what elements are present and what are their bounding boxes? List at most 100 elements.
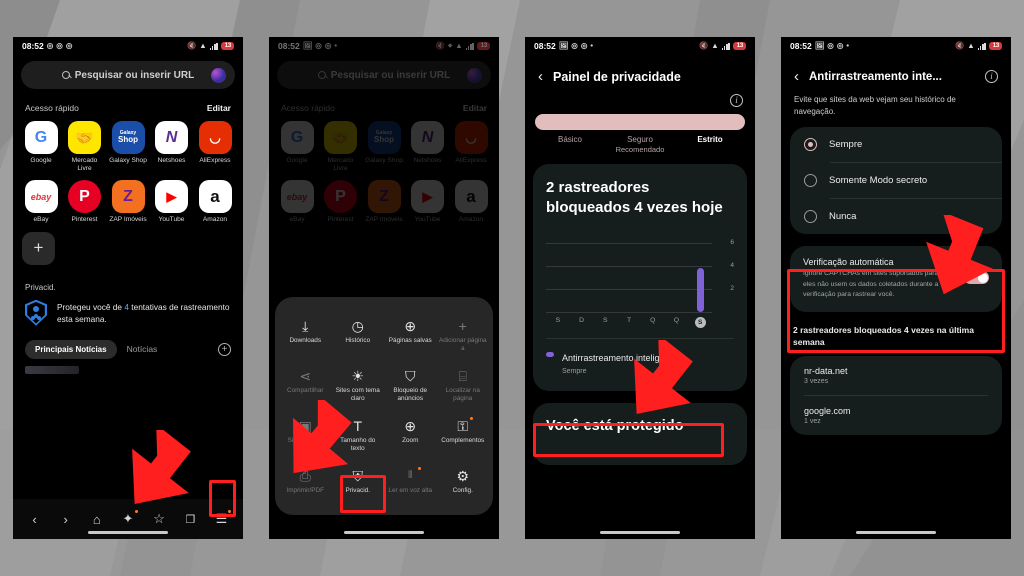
y-tick-2: 2 — [730, 285, 734, 292]
pinterest-icon: P — [68, 180, 101, 214]
app-label: AliExpress — [199, 157, 231, 164]
mute-icon: 🔇 — [954, 41, 965, 51]
option-somente-modo-secreto[interactable]: Somente Modo secreto — [790, 163, 1002, 198]
bar-col-q1 — [641, 234, 665, 312]
option-label: Sempre — [829, 139, 863, 150]
menu-item-downloads[interactable]: ⤓ Downloads — [279, 311, 332, 361]
quick-access-title: Acesso rápido — [25, 103, 79, 113]
app-tile-zap-imoveis[interactable]: Z ZAP Imóveis — [109, 180, 147, 224]
app-tile-pinterest[interactable]: P Pinterest — [66, 180, 104, 224]
level-seguro-sub: Recomendado — [615, 145, 665, 154]
tracker-row-2[interactable]: google.com 1 vez — [790, 396, 1002, 435]
menu-item-label: Bloqueio de anúncios — [393, 387, 428, 402]
slider-track[interactable] — [535, 114, 745, 130]
edit-button[interactable]: Editar — [207, 103, 231, 113]
app-tile-amazon[interactable]: a Amazon — [196, 180, 234, 224]
info-icon[interactable]: i — [730, 94, 743, 107]
status-time: 08:52 — [534, 41, 556, 51]
add-feed-button[interactable]: + — [218, 342, 231, 356]
aliexpress-icon: ◡ — [198, 121, 232, 154]
level-seguro[interactable]: Seguro Recomendado — [605, 135, 675, 154]
youtube-icon: ▶ — [155, 180, 188, 214]
privacy-dashboard-header: ‹ Painel de privacidade — [525, 55, 755, 94]
tracker-row-1[interactable]: nr-data.net 3 vezes — [790, 356, 1002, 395]
menu-item-localizar-pagina[interactable]: ⌸ Localizar na página — [437, 361, 490, 411]
status-time: 08:52 — [790, 41, 812, 51]
search-icon — [61, 70, 70, 79]
tracker-domain: google.com — [804, 406, 851, 417]
app-tile-galaxy-shop[interactable]: GalaxyShop Galaxy Shop — [109, 121, 147, 173]
ebay-icon: ebay — [24, 180, 58, 214]
menu-item-ler-em-voz-alta[interactable]: ⦀ Ler em voz alta — [384, 461, 437, 503]
x-tick-1: D — [579, 317, 585, 324]
legend-swatch-icon — [546, 352, 554, 357]
app-row-2: ebay eBay P Pinterest Z ZAP Imóveis ▶ YouTub… — [22, 180, 234, 224]
privacy-summary-card[interactable]: Protegeu você de 4 tentativas de rastrea… — [13, 298, 243, 326]
home-icon[interactable]: ⌂ — [86, 509, 108, 529]
bar-col-t — [617, 234, 641, 312]
tab-noticias[interactable]: Notícias — [127, 344, 158, 354]
menu-item-bloqueio-anuncios[interactable]: ⛉ Bloqueio de anúncios — [384, 361, 437, 411]
tab-principais-noticias[interactable]: Principais Notícias — [25, 339, 117, 359]
clock-icon: ◷ — [351, 318, 364, 334]
search-placeholder: Pesquisar ou inserir URL — [74, 69, 195, 81]
trackers-heading: 2 rastreadores bloqueados 4 vezes hoje — [546, 179, 723, 216]
radio-icon[interactable] — [804, 174, 817, 187]
menu-row-1: ⤓ Downloads ◷ Histórico ⊕ Páginas salvas + A… — [279, 311, 489, 361]
app-icon-3: ◎ — [580, 41, 588, 51]
tracker-count: 3 vezes — [804, 378, 829, 386]
menu-item-config[interactable]: ⚙ Config. — [437, 461, 490, 503]
image-icon: 🖼 — [814, 41, 825, 51]
wifi-icon: ▲ — [711, 41, 719, 51]
app-tile-mercado-livre[interactable]: 🤝 Mercado Livre — [66, 121, 104, 173]
gesture-bar — [344, 531, 424, 534]
radio-icon[interactable] — [804, 210, 817, 223]
gesture-bar — [88, 531, 168, 534]
avatar[interactable] — [211, 67, 226, 83]
app-tile-netshoes[interactable]: N Netshoes — [153, 121, 191, 173]
add-shortcut-button[interactable]: + — [22, 231, 55, 265]
download-icon: ⤓ — [302, 318, 309, 334]
x-tick-3: T — [626, 317, 632, 324]
back-button[interactable]: ‹ — [24, 509, 46, 529]
back-icon[interactable]: ‹ — [538, 69, 543, 84]
mute-icon: 🔇 — [186, 41, 197, 51]
option-sempre[interactable]: Sempre — [790, 127, 1002, 162]
app-tile-aliexpress[interactable]: ◡ AliExpress — [196, 121, 234, 173]
chart-bars — [546, 234, 712, 312]
status-bar-1: 08:52 ◎ ◎ ◎ 🔇 ▲ 13 — [13, 37, 243, 55]
menu-item-label: Adicionar página a — [438, 337, 487, 352]
app-row-1: G Google 🤝 Mercado Livre GalaxyShop Galaxy … — [22, 121, 234, 173]
tracker-domain: nr-data.net — [804, 366, 848, 377]
menu-item-label: Histórico — [345, 337, 371, 344]
privacy-summary-text: Protegeu você de 4 tentativas de rastrea… — [57, 301, 231, 325]
menu-item-adicionar-pagina[interactable]: + Adicionar página a — [437, 311, 490, 361]
menu-item-complementos[interactable]: ⚿ Complementos — [437, 411, 490, 461]
arrow-to-privacidade — [292, 400, 352, 474]
menu-item-label: Downloads — [289, 337, 322, 344]
app-icon-3: ◎ — [65, 41, 73, 51]
bar-col-s2 — [593, 234, 617, 312]
level-estrito[interactable]: Estrito — [675, 135, 745, 154]
app-tile-google[interactable]: G Google — [22, 121, 60, 173]
radio-selected-icon[interactable] — [804, 138, 817, 151]
app-label: ZAP Imóveis — [109, 216, 147, 224]
menu-item-zoom[interactable]: ⊕ Zoom — [384, 411, 437, 461]
status-bar-4: 08:52 🖼 ◎ ◎ • 🔇 ▲ 13 — [781, 37, 1011, 55]
menu-item-historico[interactable]: ◷ Histórico — [332, 311, 385, 361]
wifi-icon: ▲ — [967, 41, 975, 51]
back-icon[interactable]: ‹ — [794, 69, 799, 84]
battery-badge: 13 — [220, 42, 234, 50]
app-tile-youtube[interactable]: ▶ YouTube — [153, 180, 191, 224]
option-label: Somente Modo secreto — [829, 175, 928, 186]
share-icon: ⋖ — [299, 368, 312, 384]
y-tick-6: 6 — [730, 239, 734, 246]
info-icon[interactable]: i — [985, 70, 998, 83]
privacy-level-slider[interactable]: Básico Seguro Recomendado Estrito — [525, 110, 755, 154]
forward-button[interactable]: › — [55, 509, 77, 529]
search-input[interactable]: Pesquisar ou inserir URL — [21, 61, 235, 89]
page-title: Painel de privacidade — [553, 69, 681, 84]
level-basico[interactable]: Básico — [535, 135, 605, 154]
menu-item-paginas-salvas[interactable]: ⊕ Páginas salvas — [384, 311, 437, 361]
app-tile-ebay[interactable]: ebay eBay — [22, 180, 60, 224]
